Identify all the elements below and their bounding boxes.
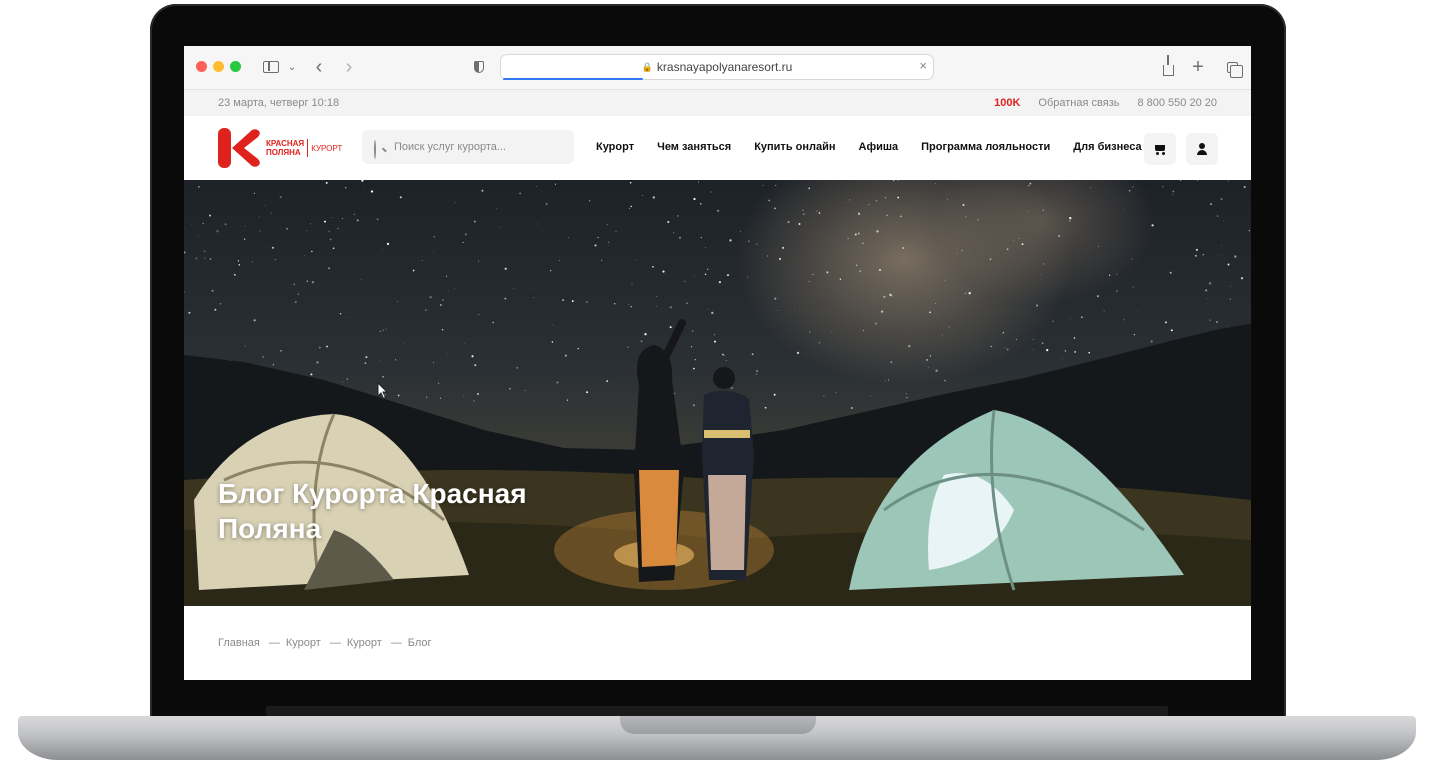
feedback-link[interactable]: Обратная связь — [1038, 97, 1119, 109]
site-logo[interactable]: КРАСНАЯ ПОЛЯНА КУРОРТ — [218, 128, 342, 168]
search-input[interactable] — [394, 141, 564, 153]
laptop-notch — [620, 716, 816, 734]
chevron-down-icon[interactable]: ⌄ — [286, 56, 298, 78]
new-tab-icon[interactable]: + — [1190, 56, 1206, 78]
sidebar-icon[interactable] — [262, 56, 280, 78]
stop-loading-icon[interactable]: × — [919, 58, 927, 73]
main-nav: Курорт Чем заняться Купить онлайн Афиша … — [596, 141, 1165, 153]
cart-icon — [1154, 144, 1166, 155]
nav-item-resort[interactable]: Курорт — [596, 141, 634, 153]
logo-line-1: КРАСНАЯ — [266, 139, 305, 148]
logo-line-2: ПОЛЯНА — [266, 148, 301, 157]
phone-link[interactable]: 8 800 550 20 20 — [1137, 97, 1217, 109]
nav-item-activities[interactable]: Чем заняться — [657, 141, 731, 153]
logo-divider — [307, 139, 309, 157]
nav-item-loyalty[interactable]: Программа лояльности — [921, 141, 1050, 153]
breadcrumb-resort-2[interactable]: Курорт — [347, 637, 382, 649]
breadcrumb-separator: — — [268, 637, 280, 649]
search-box[interactable] — [362, 130, 574, 164]
back-icon[interactable]: ‹ — [312, 56, 326, 78]
page-title: Блог Курорта Красная Поляна — [218, 478, 527, 544]
promo-badge[interactable]: 100K — [994, 97, 1020, 109]
breadcrumb-bar: Главная — Курорт — Курорт — Блог — [184, 606, 1251, 680]
zoom-window-button[interactable] — [230, 61, 241, 72]
nav-item-events[interactable]: Афиша — [859, 141, 899, 153]
info-strip-links: 100K Обратная связь 8 800 550 20 20 — [994, 97, 1217, 109]
browser-window: ⌄ ‹ › 🔒 krasnayapolyanaresort.ru × + 23 … — [184, 46, 1251, 680]
loading-progress — [503, 78, 643, 80]
breadcrumb-blog: Блог — [407, 637, 432, 649]
logo-wordmark: КРАСНАЯ ПОЛЯНА КУРОРТ — [266, 139, 342, 157]
laptop-hinge — [266, 706, 1168, 716]
account-button[interactable] — [1186, 133, 1218, 165]
logo-k-icon — [218, 128, 260, 168]
search-icon — [374, 140, 387, 159]
info-strip: 23 марта, четверг 10:18 100K Обратная св… — [184, 90, 1251, 116]
breadcrumb: Главная — Курорт — Курорт — Блог — [218, 637, 432, 649]
hero-banner: Блог Курорта Красная Поляна — [184, 180, 1251, 606]
browser-toolbar: ⌄ ‹ › 🔒 krasnayapolyanaresort.ru × + — [184, 46, 1251, 90]
mouse-cursor-icon — [377, 382, 389, 400]
breadcrumb-home[interactable]: Главная — [218, 637, 260, 649]
address-bar[interactable]: 🔒 krasnayapolyanaresort.ru × — [500, 54, 934, 80]
share-icon[interactable] — [1160, 54, 1176, 78]
minimize-window-button[interactable] — [213, 61, 224, 72]
user-icon — [1196, 143, 1208, 155]
close-window-button[interactable] — [196, 61, 207, 72]
site-header: КРАСНАЯ ПОЛЯНА КУРОРТ Курорт Чем занятьс… — [184, 116, 1251, 180]
cart-button[interactable] — [1144, 133, 1176, 165]
lock-icon: 🔒 — [641, 61, 653, 72]
breadcrumb-separator: — — [390, 637, 402, 649]
privacy-shield-icon[interactable] — [472, 56, 486, 78]
url-text: krasnayapolyanaresort.ru — [656, 60, 793, 74]
date-time: 23 марта, четверг 10:18 — [218, 97, 340, 109]
breadcrumb-separator: — — [329, 637, 341, 649]
nav-item-business[interactable]: Для бизнеса — [1073, 141, 1141, 153]
forward-icon[interactable]: › — [342, 56, 356, 78]
tab-overview-icon[interactable] — [1224, 56, 1243, 78]
logo-subtitle: КУРОРТ — [311, 143, 343, 153]
breadcrumb-resort[interactable]: Курорт — [286, 637, 321, 649]
nav-item-buy-online[interactable]: Купить онлайн — [754, 141, 835, 153]
